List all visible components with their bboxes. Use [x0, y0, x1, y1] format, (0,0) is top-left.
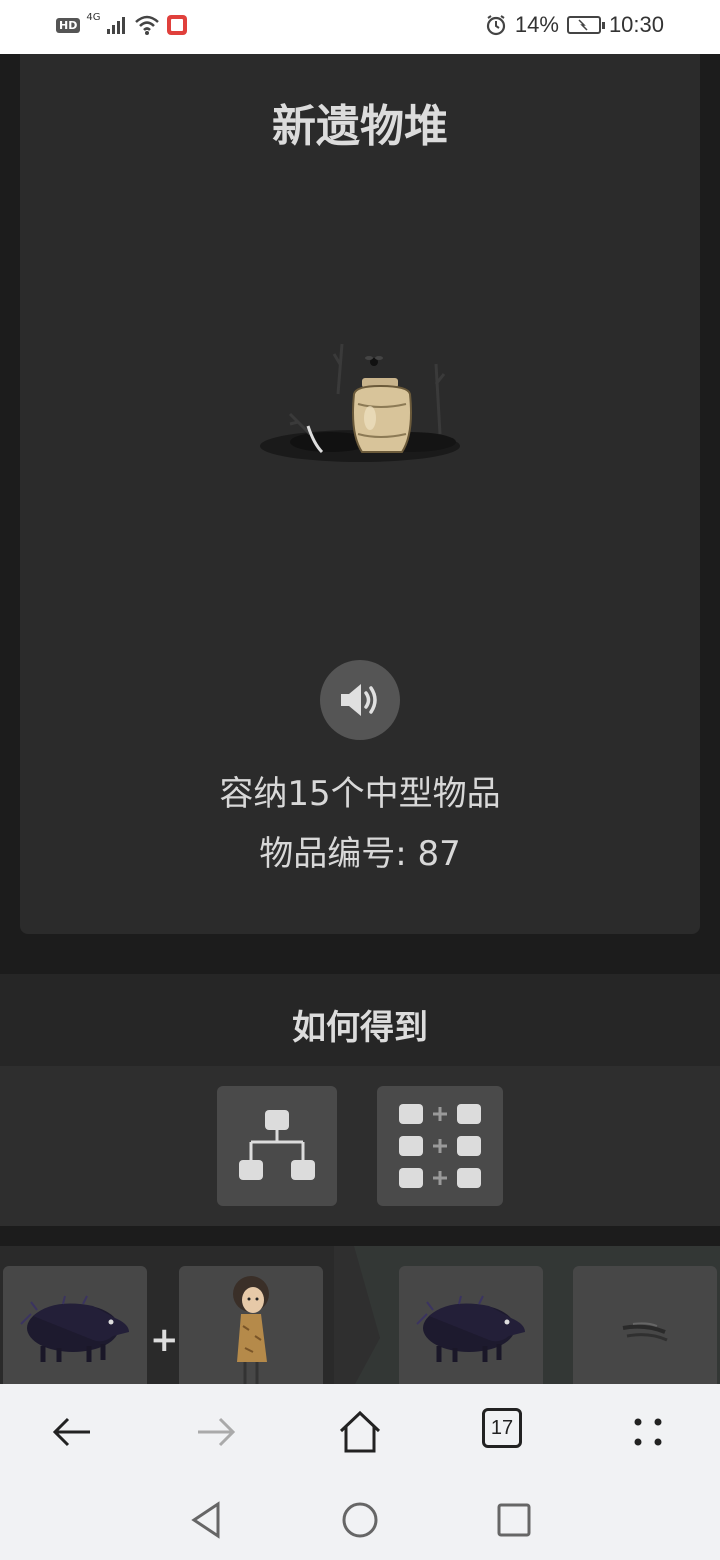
recipe-row: + [0, 1246, 720, 1386]
nav-back-icon [191, 1501, 220, 1539]
how-to-get-buttons [0, 1066, 720, 1226]
battery-percent: 14% [514, 12, 559, 37]
how-to-get-header: 如何得到 [0, 974, 720, 1066]
speaker-icon [341, 684, 377, 716]
boar-icon [20, 1295, 129, 1362]
notification-app-icon [167, 15, 188, 35]
nav-back-button[interactable] [186, 1500, 226, 1540]
item-title: 新遗物堆 [272, 101, 448, 152]
item-card: 新遗物堆 容纳15个中型物品 物品编号: 87 [20, 54, 700, 934]
recipe-arrow-icon [334, 1246, 380, 1386]
network-type: 4G [86, 11, 101, 23]
home-button[interactable] [336, 1408, 384, 1456]
status-bar: HD 4G 14% 10:30 [0, 0, 720, 54]
relic-pile-image [260, 343, 460, 462]
home-icon [339, 1410, 381, 1453]
alarm-icon [486, 15, 505, 36]
browser-toolbar: 17 [0, 1384, 720, 1480]
signal-icon [107, 17, 126, 34]
child-character-icon [233, 1276, 269, 1384]
menu-button[interactable] [624, 1408, 672, 1456]
item-id: 物品编号: 87 [259, 834, 461, 874]
hd-badge: HD [56, 17, 81, 33]
clock-time: 10:30 [608, 12, 664, 37]
forward-arrow-icon [198, 1417, 236, 1447]
recipe-plus: + [150, 1320, 179, 1360]
boar-icon [416, 1295, 525, 1362]
recipe-grid-icon [399, 1104, 481, 1188]
recipe-output-boar[interactable] [399, 1266, 543, 1386]
tree-view-button[interactable] [217, 1086, 337, 1206]
back-arrow-icon [52, 1417, 90, 1447]
recipe-grid-button[interactable] [377, 1086, 503, 1206]
nav-home-button[interactable] [340, 1500, 380, 1540]
nav-recents-button[interactable] [494, 1500, 534, 1540]
tree-view-icon [239, 1110, 315, 1180]
battery-charging-icon [566, 16, 605, 34]
section-divider [0, 1226, 720, 1246]
tabs-icon: 17 [482, 1408, 522, 1448]
play-sound-button[interactable] [320, 660, 400, 740]
system-nav-bar [0, 1480, 720, 1560]
menu-icon [634, 1418, 662, 1446]
nav-recents-icon [497, 1503, 531, 1537]
status-left: HD 4G [56, 11, 188, 36]
back-button[interactable] [48, 1408, 96, 1456]
status-right: 14% 10:30 [485, 12, 664, 38]
tabs-button[interactable]: 17 [482, 1408, 530, 1456]
feather-icon [622, 1322, 668, 1342]
nav-home-icon [342, 1502, 378, 1538]
how-to-get-title: 如何得到 [292, 1008, 428, 1048]
forward-button[interactable] [192, 1408, 240, 1456]
wifi-icon [135, 15, 160, 35]
recipe-input-boar[interactable] [3, 1266, 147, 1386]
recipe-input-child[interactable] [179, 1266, 323, 1386]
item-capacity: 容纳15个中型物品 [219, 774, 501, 814]
recipe-output-feather[interactable] [573, 1266, 717, 1386]
